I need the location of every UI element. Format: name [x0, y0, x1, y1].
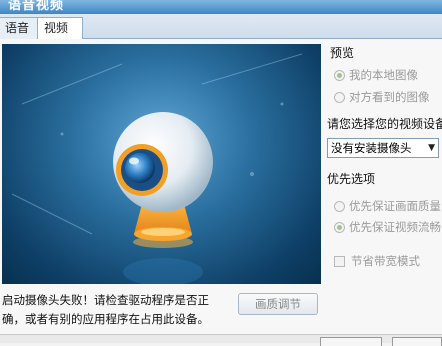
- device-label: 请您选择您的视频设备: [327, 117, 442, 131]
- radio-local-image[interactable]: 我的本地图像: [334, 67, 418, 83]
- radio-remote-image-label: 对方看到的图像: [349, 90, 430, 104]
- tab-voice[interactable]: 语音: [0, 17, 42, 39]
- window-title: 语音视频: [8, 0, 65, 13]
- radio-indicator: [334, 70, 345, 81]
- error-line-1: 启动摄像头失败！请检查驱动程序是否正: [2, 293, 209, 307]
- radio-indicator: [334, 92, 345, 103]
- preview-group-title: 预览: [330, 46, 355, 60]
- radio-smooth-priority[interactable]: 优先保证视频流畅: [334, 219, 442, 235]
- video-device-select[interactable]: 没有安装摄像头 ▼: [327, 138, 439, 158]
- radio-remote-image[interactable]: 对方看到的图像: [334, 89, 430, 105]
- camera-error-message: 启动摄像头失败！请检查驱动程序是否正 确，或者有别的应用程序在占用此设备。: [2, 291, 232, 329]
- radio-quality-label: 优先保证画面质量: [349, 199, 441, 213]
- priority-group-title: 优先选项: [327, 172, 376, 186]
- bandwidth-checkbox[interactable]: 节省带宽模式: [334, 253, 420, 269]
- video-device-value: 没有安装摄像头: [331, 141, 412, 155]
- tab-bar: 语音 视频: [0, 14, 442, 40]
- video-preview: [2, 44, 321, 284]
- webcam-illustration: [11, 53, 303, 284]
- title-bar: 语音视频: [0, 0, 442, 14]
- chevron-down-icon: ▼: [428, 143, 435, 153]
- checkbox-indicator: [334, 256, 345, 267]
- error-line-2: 确，或者有别的应用程序在占用此设备。: [2, 312, 209, 326]
- bandwidth-label: 节省带宽模式: [351, 254, 420, 268]
- radio-smooth-label: 优先保证视频流畅: [349, 220, 441, 234]
- radio-indicator: [334, 201, 345, 212]
- radio-quality-priority[interactable]: 优先保证画面质量: [334, 198, 442, 214]
- quality-adjust-button[interactable]: 画质调节: [238, 293, 318, 315]
- tab-video[interactable]: 视频: [37, 17, 83, 40]
- radio-indicator: [334, 222, 345, 233]
- radio-local-image-label: 我的本地图像: [349, 68, 418, 82]
